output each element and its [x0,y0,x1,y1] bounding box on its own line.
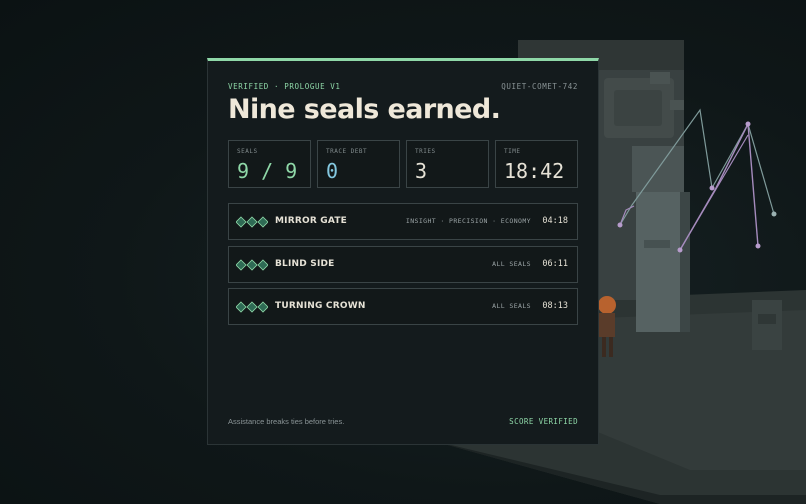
seal-diamonds-icon [236,216,268,228]
stat-value: 0 [326,159,339,183]
verification-status: VERIFIED · PROLOGUE V1 [228,82,341,91]
stat-value: 18:42 [504,159,565,183]
stat-value: 3 [415,159,428,183]
seal-diamonds-icon [236,301,268,313]
results-title: Nine seals earned. [228,94,501,125]
stat-seals: SEALS 9 / 9 [228,140,311,188]
assistance-note: Assistance breaks ties before tries. [228,417,345,426]
stat-label: TRIES [415,148,436,155]
level-seal-tags: ALL SEALS [492,260,531,268]
stat-value: 9 / 9 [237,159,298,183]
level-row-turning-crown[interactable]: TURNING CROWN ALL SEALS 08:13 [228,288,578,325]
level-seal-tags: ALL SEALS [492,302,531,310]
stat-tries: TRIES 3 [406,140,489,188]
level-row-blind-side[interactable]: BLIND SIDE ALL SEALS 06:11 [228,246,578,283]
player-id: QUIET-COMET-742 [501,82,578,91]
stat-trace-debt: TRACE DEBT 0 [317,140,400,188]
level-time: 04:18 [542,216,568,226]
level-name: BLIND SIDE [275,259,335,269]
seal-diamonds-icon [236,259,268,271]
score-verified-label: SCORE VERIFIED [509,417,578,426]
stat-time: TIME 18:42 [495,140,578,188]
level-row-mirror-gate[interactable]: MIRROR GATE INSIGHT · PRECISION · ECONOM… [228,203,578,240]
level-name: MIRROR GATE [275,216,348,226]
results-card: VERIFIED · PROLOGUE V1 QUIET-COMET-742 N… [207,58,599,445]
level-seal-tags: INSIGHT · PRECISION · ECONOMY [405,217,531,225]
level-time: 06:11 [542,259,568,269]
stat-label: TIME [504,148,521,155]
stat-label: SEALS [237,148,258,155]
level-time: 08:13 [542,301,568,311]
level-name: TURNING CROWN [275,301,366,311]
stat-label: TRACE DEBT [326,148,368,155]
card-topline: VERIFIED · PROLOGUE V1 QUIET-COMET-742 [228,82,578,91]
